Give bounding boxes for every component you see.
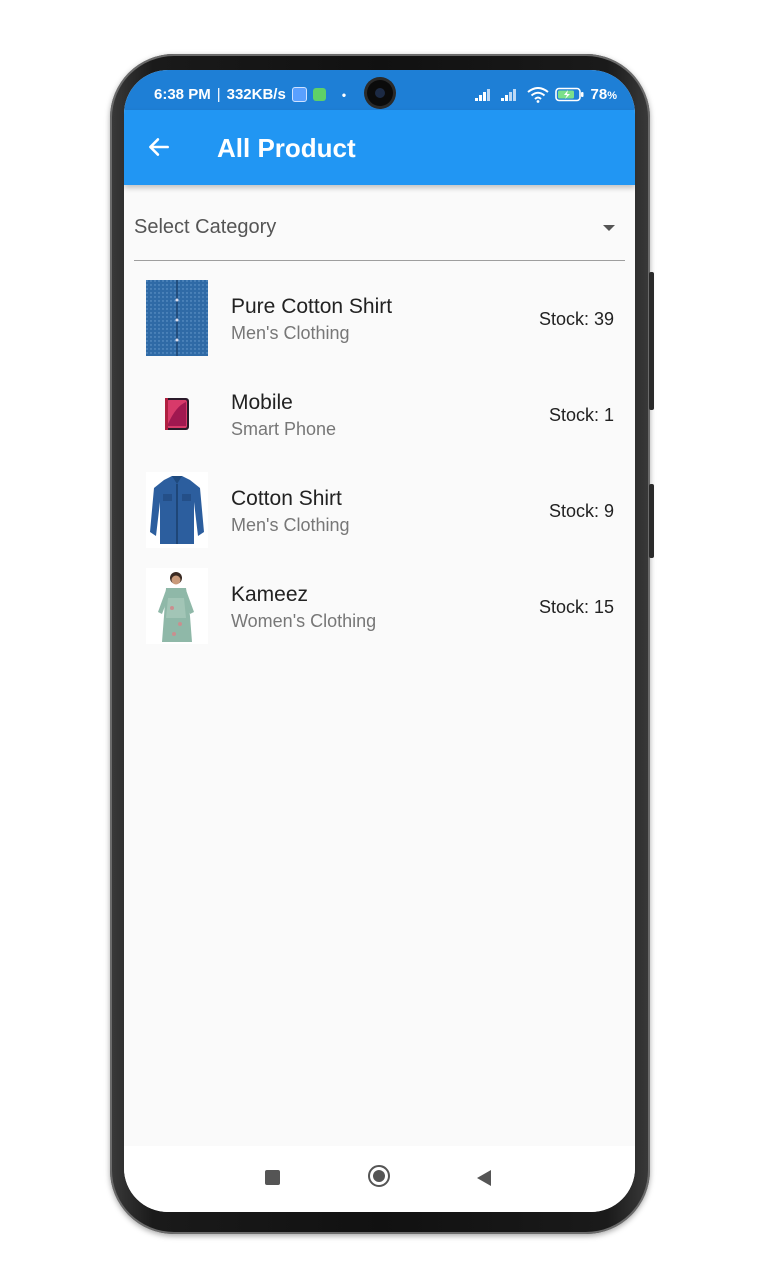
product-category: Men's Clothing [231,515,350,535]
product-name: Mobile [231,391,293,414]
product-category: Women's Clothing [231,611,377,631]
product-name: Cotton Shirt [231,487,342,510]
dropdown-label: Select Category [134,216,277,238]
blue-fabric-shirt-image [146,280,208,356]
alarm-app-icon [312,88,326,101]
product-stock: Stock: 1 [548,405,614,425]
power-button [649,484,654,558]
arrow-left-icon[interactable] [146,134,172,160]
product-category: Men's Clothing [231,323,350,343]
circle-icon[interactable] [368,1165,390,1187]
phone-screen: 6:38 PM | 332KB/s • 78% All Product Sele… [124,70,635,1212]
product-row[interactable]: Cotton Shirt Men's Clothing Stock: 9 [124,462,635,558]
product-row[interactable]: Kameez Women's Clothing Stock: 15 [124,558,635,654]
product-row[interactable]: Mobile Smart Phone Stock: 1 [124,366,635,462]
product-name: Pure Cotton Shirt [231,295,393,318]
blue-denim-shirt-image [146,472,208,548]
triangle-back-icon[interactable] [476,1169,492,1187]
product-category: Smart Phone [231,419,337,439]
page-title: All Product [217,133,356,163]
square-icon[interactable] [265,1170,280,1185]
woman-kameez-image [146,568,208,644]
more-dot-icon: • [341,87,347,102]
category-dropdown[interactable]: Select Category [134,200,625,261]
product-stock: Stock: 9 [548,501,614,521]
smartphone-image [146,376,208,452]
product-row[interactable]: Pure Cotton Shirt Men's Clothing Stock: … [124,270,635,366]
battery-percent: 78% [590,86,617,103]
product-name: Kameez [231,583,309,606]
caret-down-icon [603,225,615,231]
wifi-icon [526,86,549,103]
system-nav-bar [124,1146,635,1212]
status-bar: 6:38 PM | 332KB/s • 78% [124,70,635,110]
signal-icon [474,89,490,101]
battery-icon [554,87,584,102]
product-stock: Stock: 15 [538,597,614,617]
volume-button [649,272,654,410]
product-list: Pure Cotton Shirt Men's Clothing Stock: … [124,270,635,654]
status-network-speed: 332KB/s [226,86,286,103]
notification-app-icon [291,87,307,102]
product-stock: Stock: 39 [538,309,614,329]
signal-icon-2 [500,89,516,101]
front-camera [367,80,393,106]
status-time: 6:38 PM [154,86,211,103]
app-bar: All Product [124,110,635,185]
